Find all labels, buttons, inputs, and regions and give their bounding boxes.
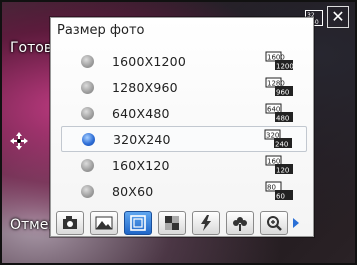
quality-grid-button[interactable] <box>158 210 186 235</box>
zoom-icon <box>267 215 282 231</box>
resolution-badge-icon: 16001200 <box>265 51 294 71</box>
radio-unselected-icon[interactable] <box>81 184 94 198</box>
option-label: 1600X1200 <box>112 53 186 69</box>
option-label: 1280X960 <box>112 79 178 95</box>
camera-mode-button[interactable] <box>56 210 84 235</box>
radio-unselected-icon[interactable] <box>81 158 94 172</box>
option-label: 160X120 <box>112 157 170 173</box>
badge-height-text: 1200 <box>276 63 294 71</box>
scroll-right-icon <box>293 218 299 228</box>
resolution-badge-icon: 8060 <box>265 181 293 201</box>
badge-height-text: 240 <box>275 141 288 149</box>
badge-height-text: 120 <box>276 167 289 175</box>
radio-unselected-icon[interactable] <box>81 80 94 94</box>
camera-mode-icon <box>63 215 77 229</box>
resolution-option-640x480[interactable]: 640X480 640 480 <box>61 100 307 126</box>
badge-height-text: 60 <box>276 193 285 201</box>
resolution-options: 1600X1200 1600 1200 1280X960 1280 960 640X480 6… <box>51 48 313 204</box>
photo-size-button[interactable] <box>124 210 152 235</box>
resolution-option-160x120[interactable]: 160X120 160 120 <box>61 152 307 178</box>
resolution-option-80x60[interactable]: 80X60 80 60 <box>61 178 307 204</box>
photo-size-panel: Размер фото 1600X1200 1600 1200 1280X960 128… <box>50 17 314 237</box>
resolution-badge-icon: 320240 <box>264 129 292 149</box>
scene-landscape-button[interactable] <box>90 210 118 235</box>
close-button[interactable]: ✕ <box>327 6 349 28</box>
badge-width-text: 160 <box>267 158 280 166</box>
macro-flower-button[interactable] <box>226 210 254 235</box>
camera-toolbar <box>56 209 314 236</box>
badge-width-text: 1600 <box>267 54 285 62</box>
resolution-badge-icon: 640480 <box>265 103 293 123</box>
macro-flower-icon <box>233 216 247 231</box>
radio-unselected-icon[interactable] <box>81 106 94 120</box>
scene-landscape-icon <box>95 216 113 229</box>
badge-width-text: 1280 <box>267 80 285 88</box>
radio-selected-icon[interactable] <box>82 132 95 146</box>
zoom-button[interactable] <box>260 210 288 235</box>
badge-width-text: 640 <box>267 106 280 114</box>
option-label: 320X240 <box>113 131 171 147</box>
photo-size-icon <box>130 214 146 231</box>
toolbar-scroll-right-button[interactable] <box>293 213 300 232</box>
option-label: 640X480 <box>112 105 170 121</box>
badge-height-text: 960 <box>276 89 289 97</box>
resolution-badge-icon: 160120 <box>265 155 293 175</box>
panel-title: Размер фото <box>57 23 145 38</box>
quality-grid-icon <box>165 215 179 230</box>
badge-height-text: 480 <box>276 115 289 123</box>
badge-width-text: 320 <box>266 132 279 140</box>
move-cursor-icon <box>10 132 28 150</box>
resolution-badge-icon: 1280960 <box>265 77 293 97</box>
option-label: 80X60 <box>112 183 154 199</box>
resolution-option-320x240[interactable]: 320X240 320 240 <box>61 126 307 152</box>
resolution-option-1280x960[interactable]: 1280X960 1280 960 <box>61 74 307 100</box>
resolution-option-1600x1200[interactable]: 1600X1200 1600 1200 <box>61 48 307 74</box>
flash-button[interactable] <box>192 210 220 235</box>
flash-icon <box>201 214 211 231</box>
radio-unselected-icon[interactable] <box>81 54 94 68</box>
badge-width-text: 80 <box>267 184 276 192</box>
